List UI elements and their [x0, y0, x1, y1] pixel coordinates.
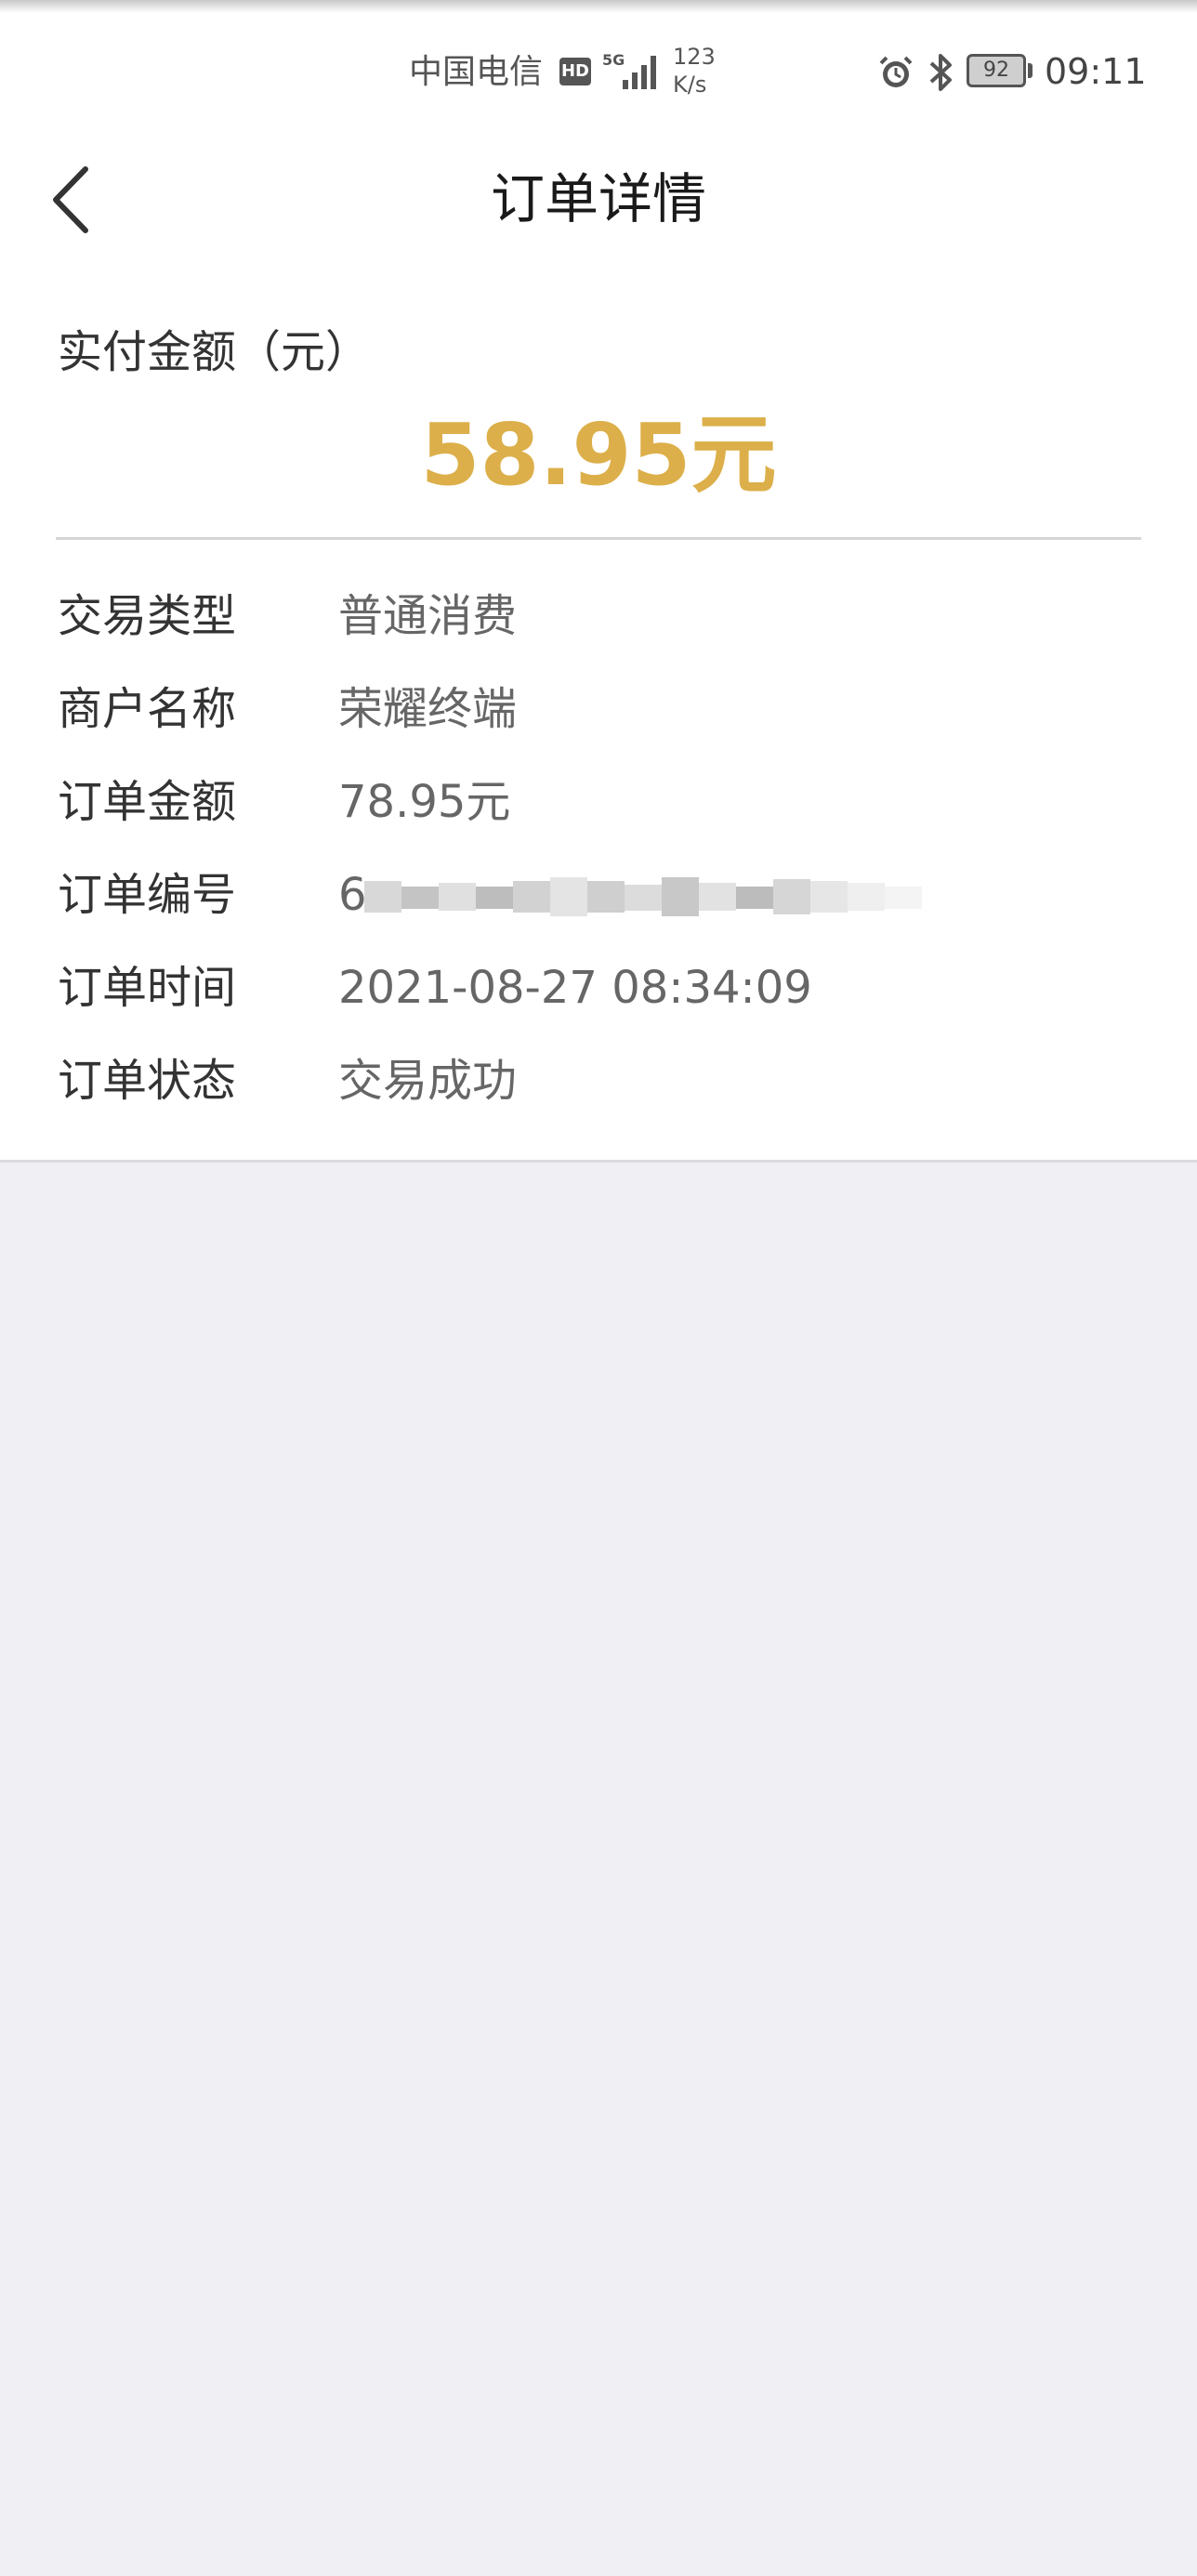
detail-label: 商户名称	[58, 683, 237, 735]
detail-row-order-amount: 订单金额 78.95元	[0, 760, 1197, 853]
page-title: 订单详情	[490, 167, 706, 230]
carrier-label: 中国电信	[409, 53, 544, 91]
clock: 09:11	[1045, 51, 1147, 92]
detail-value: 6	[338, 869, 367, 921]
detail-value: 2021-08-27 08:34:09	[338, 962, 812, 1014]
detail-label: 交易类型	[58, 590, 237, 642]
detail-label: 订单金额	[58, 776, 237, 828]
detail-value: 荣耀终端	[338, 683, 518, 735]
hd-badge: HD	[559, 58, 591, 85]
divider	[56, 537, 1141, 540]
detail-row-order-number: 订单编号 6	[0, 853, 1197, 946]
detail-label: 订单状态	[58, 1055, 237, 1107]
status-bar: 中国电信 HD 5G 123 K/s 92 09:11	[0, 0, 1197, 139]
detail-value: 交易成功	[338, 1055, 518, 1107]
speed-unit: K/s	[673, 72, 707, 98]
detail-row-merchant: 商户名称 荣耀终端	[0, 667, 1197, 760]
detail-value: 普通消费	[338, 590, 518, 642]
alarm-icon	[879, 56, 913, 87]
detail-label: 订单编号	[58, 869, 237, 921]
detail-row-order-status: 订单状态 交易成功	[0, 1039, 1197, 1132]
speed-value: 123	[673, 44, 716, 70]
paid-amount-label: 实付金额（元）	[58, 326, 371, 378]
battery-tip	[1028, 63, 1033, 78]
signal-icon	[623, 56, 656, 89]
network-speed: 123 K/s	[673, 43, 716, 99]
status-shadow	[0, 0, 1197, 13]
detail-value: 78.95元	[338, 776, 511, 828]
battery-indicator: 92	[967, 54, 1026, 87]
detail-label: 订单时间	[58, 962, 237, 1014]
redacted-mosaic	[364, 877, 922, 916]
bluetooth-icon	[929, 54, 952, 91]
detail-row-order-time: 订单时间 2021-08-27 08:34:09	[0, 946, 1197, 1039]
detail-row-type: 交易类型 普通消费	[0, 574, 1197, 667]
paid-amount-value: 58.95元	[420, 405, 777, 505]
